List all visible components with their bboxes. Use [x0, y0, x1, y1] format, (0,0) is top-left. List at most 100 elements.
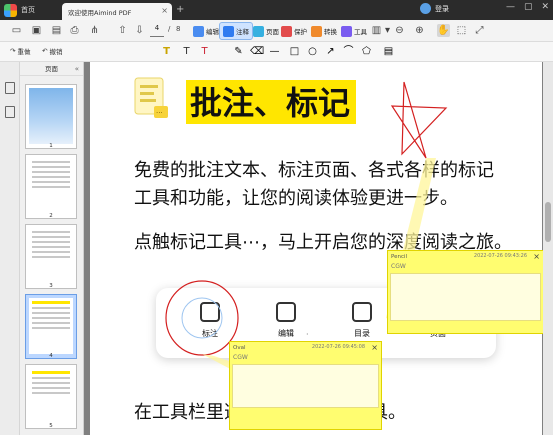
save-icon[interactable]: ▣ — [30, 24, 43, 37]
mode-edit-button[interactable]: 编辑 — [190, 22, 222, 40]
left-icon-strip — [0, 62, 20, 435]
thumbnail-page[interactable]: 3 — [25, 224, 77, 289]
pencil-sticky-note[interactable]: Pencil 2022-07-26 09:43:26 × CGW — [387, 250, 544, 334]
sticky-date: 2022-07-26 09:43:26 — [473, 253, 527, 259]
protect-mode-icon — [281, 25, 292, 37]
select-tool-icon[interactable]: ⬚ — [455, 24, 468, 37]
polygon-icon[interactable]: ⬠ — [360, 45, 373, 58]
fit-page-icon[interactable]: ⤢ — [473, 24, 486, 37]
thumbnail-preview — [29, 158, 73, 214]
oval-sticky-note[interactable]: Oval 2022-07-26 09:45:08 × CGW — [229, 341, 382, 430]
highlight-text-icon[interactable]: T — [160, 45, 173, 58]
scrollbar-thumb[interactable] — [545, 202, 551, 242]
mode-annotate-button[interactable]: 注释 — [219, 22, 253, 40]
close-note-icon[interactable]: × — [533, 252, 540, 261]
strikeout-text-icon[interactable]: T — [198, 45, 211, 58]
redo-button[interactable]: ↷ 重做 — [10, 46, 30, 56]
page-mode-icon — [253, 25, 264, 37]
rectangle-icon[interactable]: □ — [288, 45, 301, 58]
thumbnail-preview — [29, 298, 73, 354]
oval-icon[interactable]: ○ — [306, 45, 319, 58]
login-label: 登录 — [435, 4, 449, 13]
annotate-mode-icon — [223, 25, 234, 37]
prev-page-icon[interactable]: ⇧ — [116, 24, 129, 37]
mode-tools-label: 工具 — [354, 28, 367, 36]
bookmarks-panel-icon[interactable] — [5, 106, 15, 118]
sticky-type: Oval — [233, 345, 246, 351]
app-logo-icon — [4, 3, 17, 17]
mode-protect-button[interactable]: 保护 — [278, 22, 310, 40]
close-tab-icon[interactable]: × — [161, 6, 168, 15]
eraser-icon[interactable]: ⌫ — [250, 45, 264, 58]
window-controls: — ▢ ✕ — [506, 2, 549, 12]
sticky-header: Oval 2022-07-26 09:45:08 × — [230, 342, 381, 354]
maximize-icon[interactable]: ▢ — [524, 2, 533, 12]
thumbnail-panel: 页面 « 1 2 3 4 5 — [20, 62, 84, 435]
hand-tool-icon[interactable]: ✋ — [437, 24, 450, 37]
tools-mode-icon — [341, 25, 352, 37]
thumbnail-header: 页面 « — [20, 62, 83, 76]
vertical-scrollbar[interactable] — [543, 62, 553, 435]
user-avatar-icon — [420, 3, 431, 14]
thumbnails-panel-icon[interactable] — [5, 82, 15, 94]
main-toolbar: ▭ ▣ ▤ ⎙ ⋔ ⇧ ⇩ 4 / 8 编辑 注释 页面 保护 转换 工具 ▥ … — [0, 20, 553, 42]
pencil-icon[interactable]: ✎ — [232, 45, 245, 58]
mode-tools-button[interactable]: 工具 — [338, 22, 370, 40]
sticky-note-icon[interactable]: ▤ — [382, 45, 395, 58]
polyline-icon[interactable]: ⌒ — [342, 45, 355, 58]
page-total: 8 — [176, 25, 181, 33]
line-icon[interactable]: — — [268, 45, 281, 58]
edit-mode-icon — [193, 25, 204, 37]
save-as-icon[interactable]: ▤ — [50, 24, 63, 37]
thumbnail-number: 4 — [49, 353, 53, 359]
zoom-in-icon[interactable]: ⊕ — [413, 24, 426, 37]
home-tab[interactable]: 首页 — [0, 0, 39, 20]
mode-convert-button[interactable]: 转换 — [308, 22, 340, 40]
redo-label: 重做 — [17, 48, 31, 56]
thumbnail-preview — [29, 368, 73, 424]
home-tab-label: 首页 — [21, 6, 35, 14]
thumbnail-page-selected[interactable]: 4 — [25, 294, 77, 359]
convert-mode-icon — [311, 25, 322, 37]
arrow-icon[interactable]: ↗ — [324, 45, 337, 58]
redo-icon: ↷ — [10, 47, 16, 55]
pencil-star-annotation — [390, 81, 448, 159]
close-note-icon[interactable]: × — [371, 343, 378, 352]
thumbnail-page[interactable]: 5 — [25, 364, 77, 429]
mode-convert-label: 转换 — [324, 28, 337, 36]
thumbnail-number: 2 — [49, 213, 53, 219]
mode-annotate-label: 注释 — [236, 28, 249, 36]
print-icon[interactable]: ⎙ — [68, 24, 81, 37]
thumbnail-number: 5 — [49, 423, 53, 429]
undo-button[interactable]: ↶ 撤销 — [42, 46, 62, 56]
thumbnail-page[interactable]: 1 — [25, 84, 77, 149]
title-bar: 首页 欢迎使用Aimind PDF × + 登录 — ▢ ✕ — [0, 0, 553, 20]
mode-edit-label: 编辑 — [206, 28, 219, 36]
page-number-input[interactable]: 4 — [150, 24, 164, 37]
sticky-note-input[interactable] — [390, 273, 541, 321]
close-window-icon[interactable]: ✕ — [541, 2, 549, 12]
document-tab-label: 欢迎使用Aimind PDF — [68, 8, 132, 17]
zoom-out-icon[interactable]: ⊖ — [393, 24, 406, 37]
undo-icon: ↶ — [42, 47, 48, 55]
next-page-icon[interactable]: ⇩ — [133, 24, 146, 37]
collapse-panel-icon[interactable]: « — [75, 62, 79, 76]
oval-annotation — [165, 280, 239, 356]
open-folder-icon[interactable]: ▭ — [10, 24, 23, 37]
share-icon[interactable]: ⋔ — [88, 24, 101, 37]
sticky-author: CGW — [233, 354, 248, 361]
sticky-date: 2022-07-26 09:45:08 — [311, 344, 365, 350]
sticky-author: CGW — [391, 263, 406, 270]
page-separator: / — [168, 25, 171, 33]
sticky-note-input[interactable] — [232, 364, 379, 408]
underline-text-icon[interactable]: T — [180, 45, 193, 58]
thumbnail-number: 3 — [49, 283, 53, 289]
minimize-icon[interactable]: — — [506, 2, 515, 12]
new-tab-icon[interactable]: + — [176, 4, 184, 15]
thumbnail-page[interactable]: 2 — [25, 154, 77, 219]
thumbnail-number: 1 — [49, 143, 53, 149]
login-button[interactable]: 登录 — [420, 3, 449, 14]
thumbnail-preview — [29, 228, 73, 284]
document-tab[interactable]: 欢迎使用Aimind PDF × — [62, 3, 172, 20]
oval-inner-ring — [181, 297, 223, 339]
